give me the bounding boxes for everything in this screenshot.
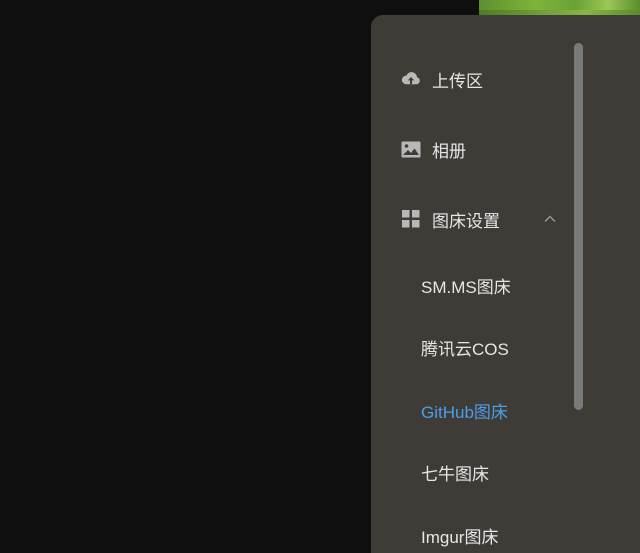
side-menu-panel: 上传区 相册 图床设置 SM.MS图床 腾讯云COS GitHub图床 七牛图床…: [371, 15, 640, 553]
submenu-item-imgur[interactable]: Imgur图床: [371, 513, 571, 553]
submenu-item-label: SM.MS图床: [421, 277, 511, 297]
submenu-item-smms[interactable]: SM.MS图床: [371, 263, 571, 307]
submenu-item-tencent-cos[interactable]: 腾讯云COS: [371, 325, 571, 369]
scrollbar-thumb[interactable]: [574, 43, 583, 410]
menu-item-album[interactable]: 相册: [371, 124, 571, 174]
submenu-item-label: Imgur图床: [421, 527, 499, 547]
app-window: 上传区 相册 图床设置 SM.MS图床 腾讯云COS GitHub图床 七牛图床…: [0, 0, 640, 553]
submenu-item-github[interactable]: GitHub图床: [371, 388, 571, 432]
cloud-upload-icon: [401, 69, 421, 89]
menu-item-label: 图床设置: [432, 211, 500, 231]
submenu-item-qiniu[interactable]: 七牛图床: [371, 450, 571, 494]
menu-item-picbed-settings[interactable]: 图床设置: [371, 194, 571, 244]
menu-item-label: 上传区: [432, 71, 483, 91]
submenu-item-label: GitHub图床: [421, 402, 508, 422]
submenu-item-label: 腾讯云COS: [421, 339, 509, 359]
chevron-up-icon[interactable]: [543, 212, 557, 226]
submenu-item-label: 七牛图床: [421, 464, 489, 484]
menu-item-upload[interactable]: 上传区: [371, 54, 571, 104]
menu-item-label: 相册: [432, 141, 466, 161]
wallpaper-strip: [479, 0, 640, 16]
grid-icon: [401, 209, 421, 229]
image-icon: [401, 139, 421, 159]
